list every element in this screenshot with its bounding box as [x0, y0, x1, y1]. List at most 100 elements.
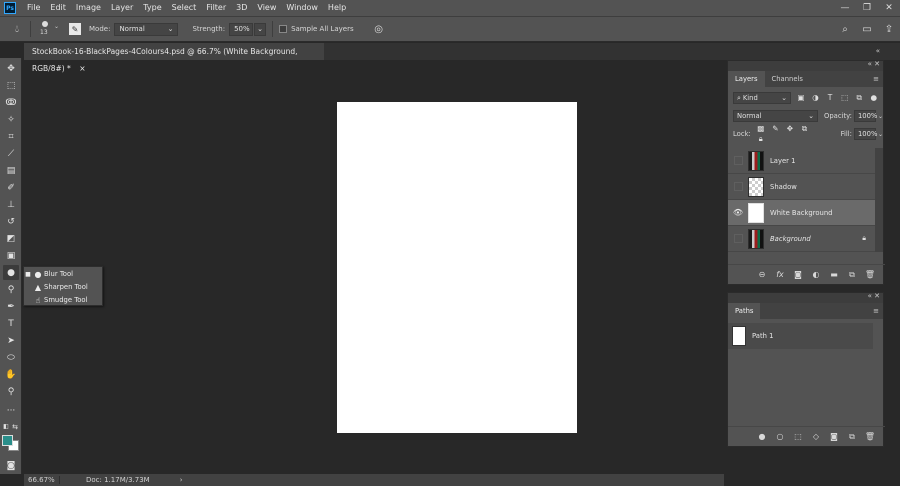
- add-mask-icon[interactable]: ◙: [825, 432, 843, 441]
- mode-select[interactable]: Normal ⌄: [114, 22, 179, 36]
- tab-paths[interactable]: Paths: [728, 303, 761, 319]
- quick-mask-icon[interactable]: ◙: [3, 458, 19, 473]
- new-layer-icon[interactable]: ⧉: [843, 270, 861, 280]
- flyout-item-smudge-tool[interactable]: ☝ Smudge Tool: [24, 294, 102, 306]
- menu-type[interactable]: Type: [138, 0, 166, 16]
- panel-collapse-icon[interactable]: « ✕: [868, 292, 880, 300]
- menu-window[interactable]: Window: [281, 0, 323, 16]
- flyout-item-sharpen-tool[interactable]: ▲ Sharpen Tool: [24, 281, 102, 293]
- swap-colors-icon[interactable]: ⇆: [10, 419, 20, 434]
- chevron-down-icon[interactable]: ⌄: [878, 113, 883, 120]
- minimize-button[interactable]: —: [834, 0, 856, 16]
- zoom-tool-icon[interactable]: ⚲: [3, 384, 19, 399]
- dodge-tool-icon[interactable]: ⚲: [3, 282, 19, 297]
- tab-channels[interactable]: Channels: [765, 71, 810, 87]
- load-selection-icon[interactable]: ⬚: [789, 432, 807, 441]
- chevron-down-icon[interactable]: ⌄: [878, 131, 883, 138]
- layer-row-white-background[interactable]: 👁︎ White Background: [728, 200, 876, 226]
- menu-3d[interactable]: 3D: [231, 0, 252, 16]
- visibility-toggle[interactable]: [734, 156, 743, 165]
- make-work-path-icon[interactable]: ◇: [807, 432, 825, 441]
- menu-layer[interactable]: Layer: [106, 0, 138, 16]
- brush-settings-icon[interactable]: ✎: [69, 23, 81, 35]
- layer-row-layer-1[interactable]: Layer 1: [728, 148, 876, 174]
- panel-menu-icon[interactable]: ≡: [873, 307, 879, 315]
- pixel-filter-icon[interactable]: ▣: [795, 93, 807, 102]
- filter-toggle-icon[interactable]: ●: [868, 93, 880, 102]
- clone-stamp-tool-icon[interactable]: ⊥: [3, 197, 19, 212]
- close-button[interactable]: ✕: [878, 0, 900, 16]
- new-path-icon[interactable]: ⧉: [843, 432, 861, 442]
- strength-dropdown[interactable]: ⌄: [254, 22, 267, 36]
- lock-artboard-icon[interactable]: ⧉: [798, 124, 810, 134]
- collapse-icon[interactable]: «: [876, 47, 880, 55]
- tab-layers[interactable]: Layers: [728, 71, 765, 87]
- more-tools-icon[interactable]: ···: [3, 403, 19, 418]
- opacity-input[interactable]: 100%: [853, 110, 877, 122]
- close-icon[interactable]: ×: [79, 64, 85, 73]
- document-canvas[interactable]: [337, 102, 577, 433]
- workspace-icon[interactable]: ▭: [856, 24, 878, 35]
- foreground-color-swatch[interactable]: [2, 435, 13, 446]
- menu-select[interactable]: Select: [167, 0, 202, 16]
- gradient-tool-icon[interactable]: ▣: [3, 248, 19, 263]
- sample-all-layers-checkbox[interactable]: [279, 25, 288, 33]
- lock-pixels-icon[interactable]: ✎: [769, 124, 781, 133]
- pressure-icon[interactable]: ◎: [372, 22, 386, 36]
- layer-filter-kind-select[interactable]: ⌕ Kind ⌄: [733, 92, 791, 104]
- visibility-toggle[interactable]: [734, 182, 743, 191]
- menu-view[interactable]: View: [252, 0, 281, 16]
- path-selection-tool-icon[interactable]: ➤: [3, 333, 19, 348]
- hand-tool-icon[interactable]: ✋: [3, 367, 19, 382]
- menu-image[interactable]: Image: [71, 0, 106, 16]
- strength-input[interactable]: 50%: [229, 22, 254, 36]
- fill-input[interactable]: 100%: [853, 128, 877, 140]
- link-layers-icon[interactable]: ⊖: [753, 270, 771, 279]
- add-mask-icon[interactable]: ◙: [789, 270, 807, 279]
- marquee-tool-icon[interactable]: ⬚: [3, 78, 19, 93]
- layer-row-background[interactable]: Background 🔒︎: [728, 226, 876, 252]
- path-row-path-1[interactable]: Path 1: [728, 323, 873, 349]
- menu-help[interactable]: Help: [323, 0, 351, 16]
- blur-tool-icon[interactable]: ●: [3, 265, 19, 280]
- brush-preset-picker[interactable]: 13 ⌄: [37, 19, 63, 39]
- panel-menu-icon[interactable]: ≡: [873, 75, 879, 83]
- delete-layer-icon[interactable]: 🗑︎: [861, 270, 879, 279]
- fill-path-icon[interactable]: ●: [753, 432, 771, 441]
- lock-position-icon[interactable]: ✥: [784, 124, 796, 133]
- type-filter-icon[interactable]: T: [824, 93, 836, 102]
- delete-path-icon[interactable]: 🗑︎: [861, 432, 879, 441]
- restore-button[interactable]: ❐: [856, 0, 878, 16]
- adjustment-layer-icon[interactable]: ◐: [807, 270, 825, 279]
- eye-icon[interactable]: 👁︎: [728, 208, 748, 217]
- document-tab[interactable]: StockBook-16-BlackPages-4Colours4.psd @ …: [24, 43, 324, 73]
- eraser-tool-icon[interactable]: ◩: [3, 231, 19, 246]
- panel-collapse-icon[interactable]: « ✕: [868, 60, 880, 68]
- type-tool-icon[interactable]: T: [3, 316, 19, 331]
- eyedropper-tool-icon[interactable]: ⟋: [3, 146, 19, 161]
- crop-tool-icon[interactable]: ⌗: [3, 129, 19, 144]
- lock-transparency-icon[interactable]: ▩: [755, 124, 767, 133]
- history-brush-tool-icon[interactable]: ↺: [3, 214, 19, 229]
- lock-all-icon[interactable]: 🔒︎: [755, 134, 767, 144]
- stroke-path-icon[interactable]: ○: [771, 432, 789, 441]
- menu-filter[interactable]: Filter: [201, 0, 231, 16]
- layer-row-shadow[interactable]: Shadow: [728, 174, 876, 200]
- share-icon[interactable]: ⇪: [878, 24, 900, 35]
- flyout-item-blur-tool[interactable]: ■ ● Blur Tool: [24, 268, 102, 280]
- shape-tool-icon[interactable]: ⬭: [3, 350, 19, 365]
- menu-edit[interactable]: Edit: [45, 0, 71, 16]
- quick-select-tool-icon[interactable]: ✧: [3, 112, 19, 127]
- layer-style-icon[interactable]: fx: [771, 270, 789, 279]
- adjustment-filter-icon[interactable]: ◑: [810, 93, 822, 102]
- smart-object-filter-icon[interactable]: ⧉: [853, 93, 865, 103]
- blend-mode-select[interactable]: Normal ⌄: [733, 110, 818, 122]
- healing-brush-tool-icon[interactable]: ▤: [3, 163, 19, 178]
- brush-tool-icon[interactable]: ✐: [3, 180, 19, 195]
- lasso-tool-icon[interactable]: ↂ: [3, 95, 19, 110]
- pen-tool-icon[interactable]: ✒: [3, 299, 19, 314]
- search-icon[interactable]: ⌕: [834, 24, 856, 35]
- status-menu-arrow[interactable]: ›: [180, 476, 183, 484]
- visibility-toggle[interactable]: [734, 234, 743, 243]
- zoom-level[interactable]: 66.67%: [24, 476, 60, 484]
